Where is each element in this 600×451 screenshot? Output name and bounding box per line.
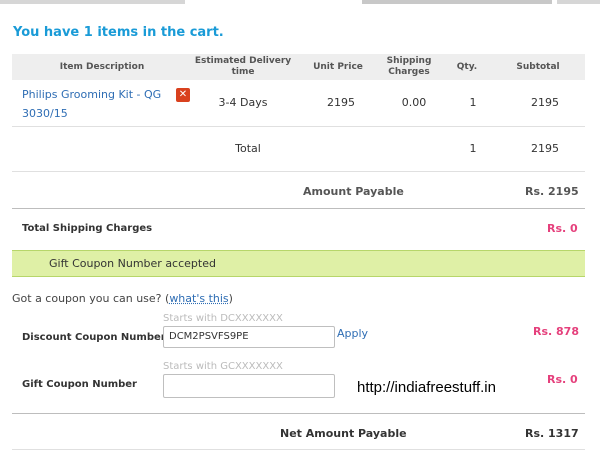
watermark-text: http://indiafreestuff.in	[357, 379, 496, 396]
total-label: Total	[235, 142, 261, 155]
net-amount-value: Rs. 1317	[525, 427, 579, 440]
item-subtotal: 2195	[531, 96, 559, 109]
item-name-link[interactable]: Philips Grooming Kit - QG 3030/15	[22, 85, 162, 123]
coupon-prompt: Got a coupon you can use? (what's this)	[12, 292, 233, 305]
tab-segment[interactable]	[557, 0, 600, 4]
discount-coupon-input[interactable]: DCM2PSVFS9PE	[163, 326, 335, 348]
header-qty: Qty.	[456, 62, 478, 72]
header-delivery-time: Estimated Delivery time	[194, 56, 292, 77]
item-delivery-time: 3-4 Days	[218, 96, 268, 109]
net-amount-label: Net Amount Payable	[280, 427, 407, 440]
item-shipping-charges: 0.00	[401, 96, 427, 109]
coupon-prompt-text: Got a coupon you can use?	[12, 292, 162, 305]
tab-segment[interactable]	[362, 0, 552, 4]
total-subtotal: 2195	[531, 142, 559, 155]
coupon-prompt-paren-close: )	[228, 292, 233, 305]
cart-summary-heading: You have 1 items in the cart.	[13, 25, 224, 40]
item-unit-price: 2195	[327, 96, 355, 109]
row-divider	[12, 126, 585, 127]
discount-amount: Rs. 878	[533, 325, 579, 338]
header-item-description: Item Description	[59, 62, 145, 72]
tab-segment[interactable]	[0, 0, 185, 4]
item-qty: 1	[469, 96, 477, 109]
row-divider	[12, 171, 585, 172]
apply-coupon-link[interactable]: Apply	[337, 327, 368, 340]
gift-coupon-input[interactable]	[163, 374, 335, 398]
close-icon: ✕	[178, 89, 188, 100]
amount-payable-label: Amount Payable	[303, 185, 404, 198]
cart-table-header: Item Description Estimated Delivery time…	[12, 54, 585, 80]
coupon-accepted-notice: Gift Coupon Number accepted	[12, 250, 585, 277]
top-tab-strip	[0, 0, 600, 4]
discount-coupon-hint: Starts with DCXXXXXXX	[163, 313, 283, 324]
header-unit-price: Unit Price	[313, 62, 363, 72]
row-divider	[12, 413, 585, 414]
whats-this-link[interactable]: what's this	[169, 292, 228, 305]
remove-item-button[interactable]: ✕	[176, 88, 190, 102]
shipping-charges-value: Rs. 0	[547, 222, 578, 235]
amount-payable-value: Rs. 2195	[525, 185, 579, 198]
discount-coupon-label: Discount Coupon Number	[22, 332, 166, 343]
gift-amount: Rs. 0	[547, 373, 578, 386]
total-qty: 1	[469, 142, 477, 155]
header-shipping-charges: Shipping Charges	[386, 56, 432, 77]
shipping-charges-label: Total Shipping Charges	[22, 223, 153, 234]
gift-coupon-hint: Starts with GCXXXXXXX	[163, 361, 283, 372]
header-subtotal: Subtotal	[516, 62, 560, 72]
row-divider	[12, 449, 585, 450]
notice-text: Gift Coupon Number accepted	[49, 257, 216, 270]
gift-coupon-label: Gift Coupon Number	[22, 379, 137, 390]
row-divider	[12, 208, 585, 209]
